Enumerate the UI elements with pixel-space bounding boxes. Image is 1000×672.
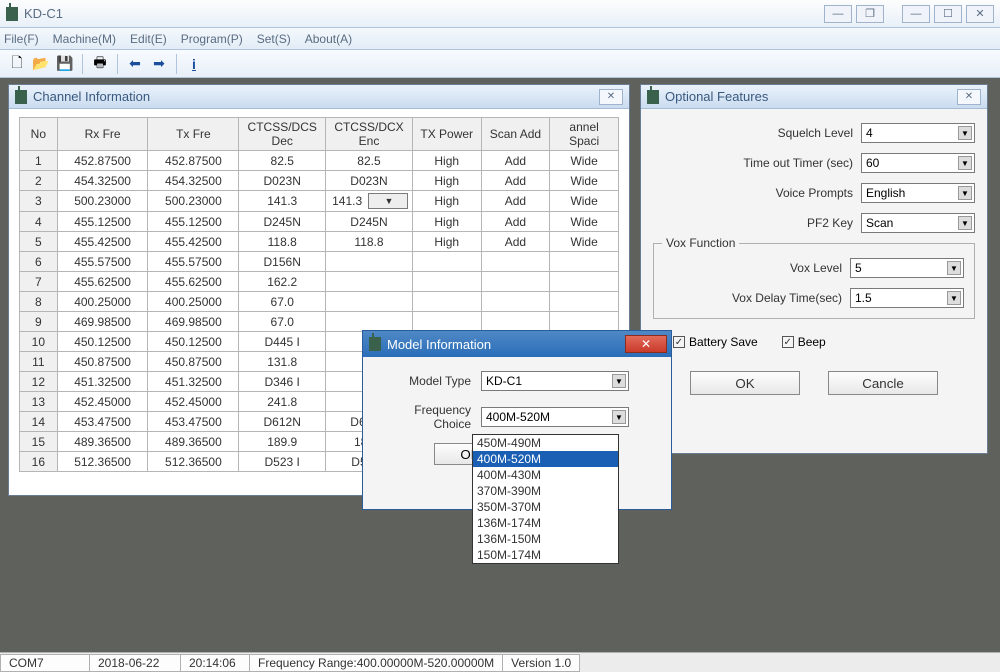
pf2-label: PF2 Key: [807, 216, 853, 230]
chevron-down-icon: ▼: [958, 186, 972, 200]
table-row[interactable]: 2454.32500454.32500D023ND023NHighAddWide: [20, 171, 619, 191]
app-icon: [6, 7, 18, 21]
radio-icon: [15, 90, 27, 104]
optional-features-window: Optional Features ✕ Squelch Level 4▼ Tim…: [640, 84, 988, 454]
channel-close-icon[interactable]: ✕: [599, 89, 623, 105]
menu-program[interactable]: Program(P): [181, 32, 243, 46]
freq-choice-label: Frequency Choice: [379, 403, 471, 431]
chevron-down-icon: ▼: [947, 291, 961, 305]
battery-save-checkbox[interactable]: ✓Battery Save: [673, 335, 758, 349]
print-icon[interactable]: 🖶: [89, 53, 111, 75]
table-row[interactable]: 6455.57500455.57500D156N: [20, 252, 619, 272]
table-row[interactable]: 1452.87500452.8750082.582.5HighAddWide: [20, 151, 619, 171]
dropdown-option[interactable]: 136M-150M: [473, 531, 618, 547]
model-dialog-title: Model Information: [387, 337, 491, 352]
menu-set[interactable]: Set(S): [257, 32, 291, 46]
col-tx: Tx Fre: [148, 118, 239, 151]
col-pw: TX Power: [412, 118, 481, 151]
statusbar: COM7 2018-06-22 20:14:06 Frequency Range…: [0, 652, 1000, 672]
vox-delay-label: Vox Delay Time(sec): [732, 291, 842, 305]
vox-group: Vox Function Vox Level 5▼ Vox Delay Time…: [653, 243, 975, 319]
table-row[interactable]: 7455.62500455.62500162.2: [20, 272, 619, 292]
workspace: Channel Information ✕ No Rx Fre Tx Fre C…: [0, 78, 1000, 652]
vox-level-select[interactable]: 5▼: [850, 258, 964, 278]
maximize-button[interactable]: ☐: [934, 5, 962, 23]
chevron-down-icon[interactable]: ▼: [368, 193, 408, 209]
model-type-select[interactable]: KD-C1▼: [481, 371, 629, 391]
menu-about[interactable]: About(A): [305, 32, 352, 46]
menubar: File(F) Machine(M) Edit(E) Program(P) Se…: [0, 28, 1000, 50]
status-freq: Frequency Range:400.00000M-520.00000M: [249, 654, 503, 672]
titlebar-restore-dup[interactable]: ❐: [856, 5, 884, 23]
dropdown-option[interactable]: 400M-520M: [473, 451, 618, 467]
status-time: 20:14:06: [180, 654, 250, 672]
chevron-down-icon: ▼: [947, 261, 961, 275]
vox-level-label: Vox Level: [790, 261, 842, 275]
optional-title: Optional Features: [665, 89, 768, 104]
menu-edit[interactable]: Edit(E): [130, 32, 167, 46]
chevron-down-icon: ▼: [958, 126, 972, 140]
col-sp: annel Spaci: [550, 118, 619, 151]
col-scan: Scan Add: [481, 118, 550, 151]
toolbar: 🗋 📂 💾 🖶 ⬅ ➡ i: [0, 50, 1000, 78]
voice-select[interactable]: English▼: [861, 183, 975, 203]
chevron-down-icon: ▼: [612, 410, 626, 424]
info-icon[interactable]: i: [183, 53, 205, 75]
model-close-button[interactable]: ✕: [625, 335, 667, 353]
table-row[interactable]: 5455.42500455.42500118.8118.8HighAddWide: [20, 232, 619, 252]
vox-legend: Vox Function: [662, 236, 739, 250]
chevron-down-icon: ▼: [958, 216, 972, 230]
read-icon[interactable]: ⬅: [124, 53, 146, 75]
app-title: KD-C1: [24, 6, 63, 21]
col-enc: CTCSS/DCX Enc: [326, 118, 413, 151]
optional-ok-button[interactable]: OK: [690, 371, 800, 395]
freq-choice-select[interactable]: 400M-520M▼: [481, 407, 629, 427]
table-row[interactable]: 4455.12500455.12500D245ND245NHighAddWide: [20, 212, 619, 232]
table-row[interactable]: 9469.98500469.9850067.0: [20, 312, 619, 332]
minimize-button[interactable]: —: [902, 5, 930, 23]
beep-checkbox[interactable]: ✓Beep: [782, 335, 826, 349]
radio-icon: [369, 337, 381, 351]
pf2-select[interactable]: Scan▼: [861, 213, 975, 233]
status-com: COM7: [0, 654, 90, 672]
model-type-label: Model Type: [379, 374, 471, 388]
titlebar-minimize-dup[interactable]: —: [824, 5, 852, 23]
radio-icon: [647, 90, 659, 104]
new-icon[interactable]: 🗋: [6, 53, 28, 75]
channel-info-title: Channel Information: [33, 89, 150, 104]
dropdown-option[interactable]: 400M-430M: [473, 467, 618, 483]
col-rx: Rx Fre: [57, 118, 148, 151]
col-dec: CTCSS/DCS Dec: [239, 118, 326, 151]
dropdown-option[interactable]: 370M-390M: [473, 483, 618, 499]
dropdown-option[interactable]: 136M-174M: [473, 515, 618, 531]
chevron-down-icon: ▼: [958, 156, 972, 170]
table-row[interactable]: 8400.25000400.2500067.0: [20, 292, 619, 312]
save-icon[interactable]: 💾: [54, 53, 76, 75]
squelch-label: Squelch Level: [778, 126, 853, 140]
squelch-select[interactable]: 4▼: [861, 123, 975, 143]
timeout-select[interactable]: 60▼: [861, 153, 975, 173]
freq-dropdown-list[interactable]: 450M-490M400M-520M400M-430M370M-390M350M…: [472, 434, 619, 564]
timeout-label: Time out Timer (sec): [743, 156, 853, 170]
status-date: 2018-06-22: [89, 654, 181, 672]
optional-cancel-button[interactable]: Cancle: [828, 371, 938, 395]
voice-label: Voice Prompts: [776, 186, 853, 200]
menu-file[interactable]: File(F): [4, 32, 39, 46]
dropdown-option[interactable]: 450M-490M: [473, 435, 618, 451]
status-version: Version 1.0: [502, 654, 580, 672]
open-icon[interactable]: 📂: [30, 53, 52, 75]
col-no: No: [20, 118, 58, 151]
chevron-down-icon: ▼: [612, 374, 626, 388]
dropdown-option[interactable]: 350M-370M: [473, 499, 618, 515]
table-row[interactable]: 3500.23000500.23000141.3141.3▼HighAddWid…: [20, 191, 619, 212]
menu-machine[interactable]: Machine(M): [53, 32, 116, 46]
optional-close-icon[interactable]: ✕: [957, 89, 981, 105]
write-icon[interactable]: ➡: [148, 53, 170, 75]
close-button[interactable]: ✕: [966, 5, 994, 23]
dropdown-option[interactable]: 150M-174M: [473, 547, 618, 563]
vox-delay-select[interactable]: 1.5▼: [850, 288, 964, 308]
titlebar: KD-C1 — ❐ — ☐ ✕: [0, 0, 1000, 28]
